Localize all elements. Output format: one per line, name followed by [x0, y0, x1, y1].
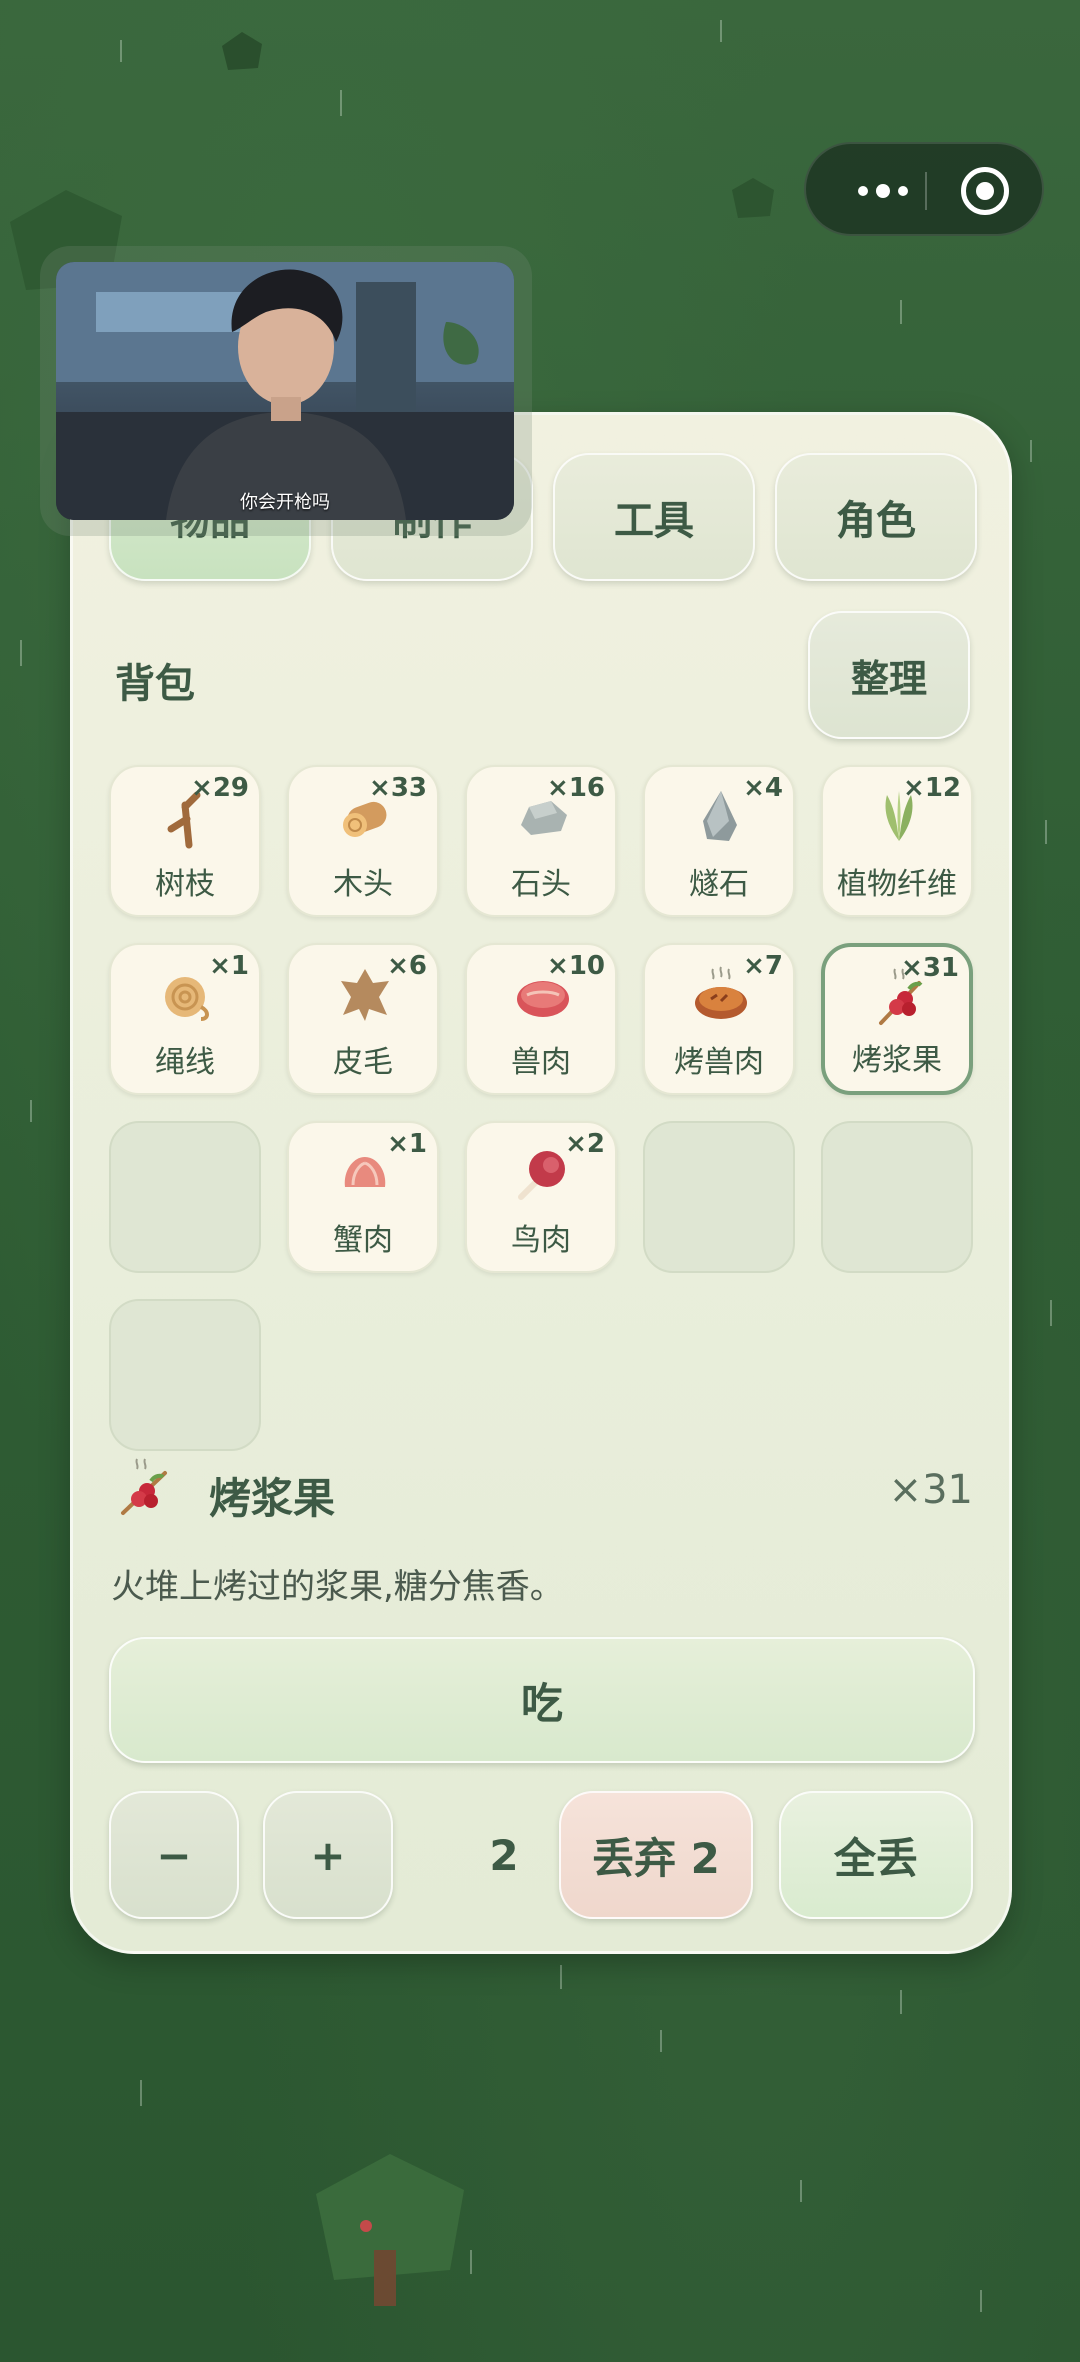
sort-button[interactable]: 整理	[808, 611, 970, 739]
item-name: 鸟肉	[511, 1223, 571, 1258]
item-name: 树枝	[155, 867, 215, 902]
bush-decoration	[732, 178, 774, 218]
item-name: 烤浆果	[852, 1043, 942, 1078]
video-frame: 你会开枪吗	[56, 262, 514, 520]
item-name: 兽肉	[511, 1045, 571, 1080]
inventory-slot-empty[interactable]	[109, 1121, 261, 1273]
item-name: 皮毛	[333, 1045, 393, 1080]
item-count: ×7	[743, 951, 783, 981]
bush-decoration	[222, 32, 262, 70]
selected-item-name: 烤浆果	[209, 1474, 336, 1523]
inventory-slot-empty[interactable]	[643, 1121, 795, 1273]
discard-button[interactable]: 丢弃 2	[559, 1791, 753, 1919]
discard-all-button[interactable]: 全丢	[779, 1791, 973, 1919]
video-scene-image	[56, 262, 514, 520]
item-count: ×2	[565, 1129, 605, 1159]
item-name: 植物纤维	[837, 867, 957, 902]
decrease-quantity-button[interactable]: −	[109, 1791, 239, 1919]
item-count: ×10	[547, 951, 605, 981]
video-caption: 你会开枪吗	[240, 492, 330, 513]
inventory-slot-crab-meat[interactable]: ×1 蟹肉	[287, 1121, 439, 1273]
backpack-title: 背包	[115, 661, 195, 707]
item-name: 木头	[333, 867, 393, 902]
item-count: ×16	[547, 773, 605, 803]
item-count: ×33	[369, 773, 427, 803]
inventory-slot-roasted-berries[interactable]: ×31 烤浆果	[821, 943, 973, 1095]
miniprogram-capsule	[804, 142, 1044, 236]
inventory-slot-flint[interactable]: ×4 燧石	[643, 765, 795, 917]
item-name: 烤兽肉	[674, 1045, 764, 1080]
item-count: ×6	[387, 951, 427, 981]
inventory-slot-plant-fiber[interactable]: ×12 植物纤维	[821, 765, 973, 917]
item-count: ×1	[209, 951, 249, 981]
item-count: ×31	[901, 953, 959, 983]
eat-button[interactable]: 吃	[109, 1637, 975, 1763]
inventory-slot-cooked-meat[interactable]: ×7 烤兽肉	[643, 943, 795, 1095]
floating-video-window[interactable]: 你会开枪吗	[40, 246, 532, 536]
inventory-slot-bird-meat[interactable]: ×2 鸟肉	[465, 1121, 617, 1273]
item-name: 绳线	[155, 1045, 215, 1080]
close-target-icon[interactable]	[961, 167, 1009, 215]
item-name: 石头	[511, 867, 571, 902]
inventory-slot-stone[interactable]: ×16 石头	[465, 765, 617, 917]
inventory-slot-branch[interactable]: ×29 树枝	[109, 765, 261, 917]
inventory-slot-empty[interactable]	[109, 1299, 261, 1451]
increase-quantity-button[interactable]: +	[263, 1791, 393, 1919]
selected-item-count: ×31	[888, 1467, 973, 1513]
inventory-slot-fur[interactable]: ×6 皮毛	[287, 943, 439, 1095]
inventory-slot-empty[interactable]	[821, 1121, 973, 1273]
item-count: ×4	[743, 773, 783, 803]
selected-item-description: 火堆上烤过的浆果,糖分焦香。	[111, 1567, 564, 1607]
inventory-slot-rope[interactable]: ×1 绳线	[109, 943, 261, 1095]
item-name: 燧石	[689, 867, 749, 902]
inventory-slot-log[interactable]: ×33 木头	[287, 765, 439, 917]
tab-tools[interactable]: 工具	[553, 453, 755, 581]
inventory-panel: 物品 制作 工具 角色 背包 整理 ×29 树枝 ×33 木头 ×16 石头 ×…	[70, 412, 1012, 1954]
item-count: ×1	[387, 1129, 427, 1159]
item-count: ×29	[191, 773, 249, 803]
item-name: 蟹肉	[333, 1223, 393, 1258]
inventory-slot-raw-meat[interactable]: ×10 兽肉	[465, 943, 617, 1095]
discard-quantity: 2	[489, 1830, 519, 1880]
roasted-berries-icon	[121, 1458, 167, 1515]
more-menu-icon[interactable]	[842, 144, 924, 238]
item-count: ×12	[903, 773, 961, 803]
tab-character[interactable]: 角色	[775, 453, 977, 581]
